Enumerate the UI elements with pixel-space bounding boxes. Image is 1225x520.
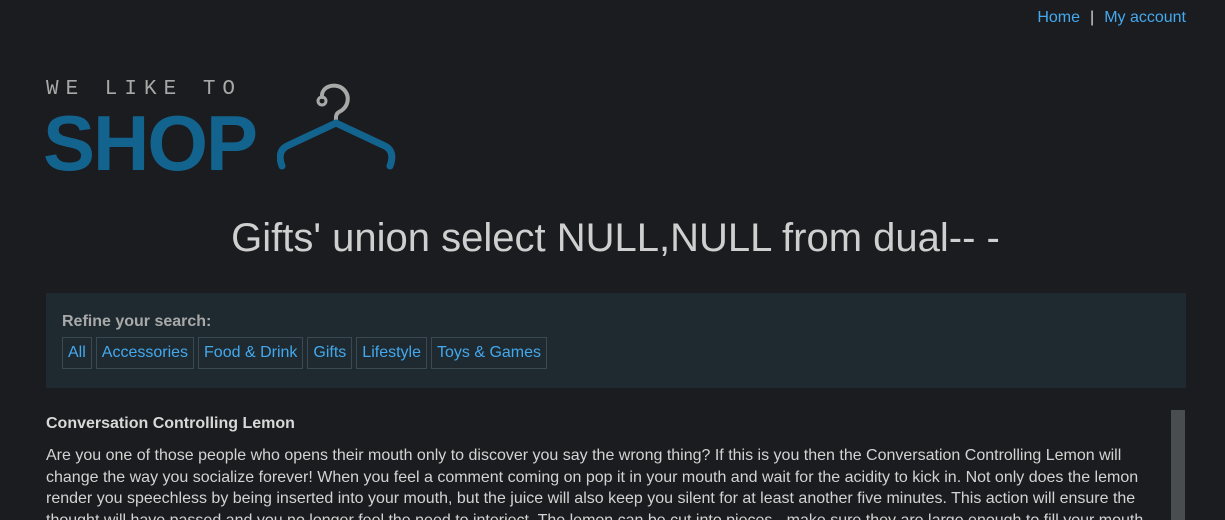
hanger-icon: [277, 83, 396, 170]
filter-toys-games[interactable]: Toys & Games: [431, 337, 548, 369]
product-listing: Conversation Controlling Lemon Are you o…: [46, 415, 1156, 520]
home-link[interactable]: Home: [1037, 9, 1080, 26]
filter-all[interactable]: All: [62, 337, 92, 369]
top-nav: Home | My account: [1037, 9, 1186, 27]
filter-accessories[interactable]: Accessories: [95, 337, 195, 369]
filter-lifestyle[interactable]: Lifestyle: [356, 337, 427, 369]
page: Home | My account WE LIKE TO SHOP Gifts' u…: [0, 0, 1225, 520]
scrollbar[interactable]: [1171, 410, 1185, 520]
product-description: Are you one of those people who opens th…: [46, 447, 1144, 520]
filter-label: Refine your search:: [62, 313, 212, 330]
site-logo[interactable]: WE LIKE TO SHOP: [43, 76, 405, 187]
filter-food-drink[interactable]: Food & Drink: [198, 337, 304, 369]
filter-panel: Refine your search: All Accessories Food…: [46, 293, 1186, 388]
search-results-title: Gifts' union select NULL,NULL from dual-…: [231, 216, 1000, 260]
filter-list: All Accessories Food & Drink Gifts Lifes…: [62, 337, 548, 369]
my-account-link[interactable]: My account: [1104, 9, 1186, 26]
filter-gifts[interactable]: Gifts: [307, 337, 353, 369]
product-name: Conversation Controlling Lemon: [46, 415, 295, 432]
nav-separator: |: [1090, 9, 1095, 26]
logo-wordmark: SHOP: [43, 99, 258, 187]
